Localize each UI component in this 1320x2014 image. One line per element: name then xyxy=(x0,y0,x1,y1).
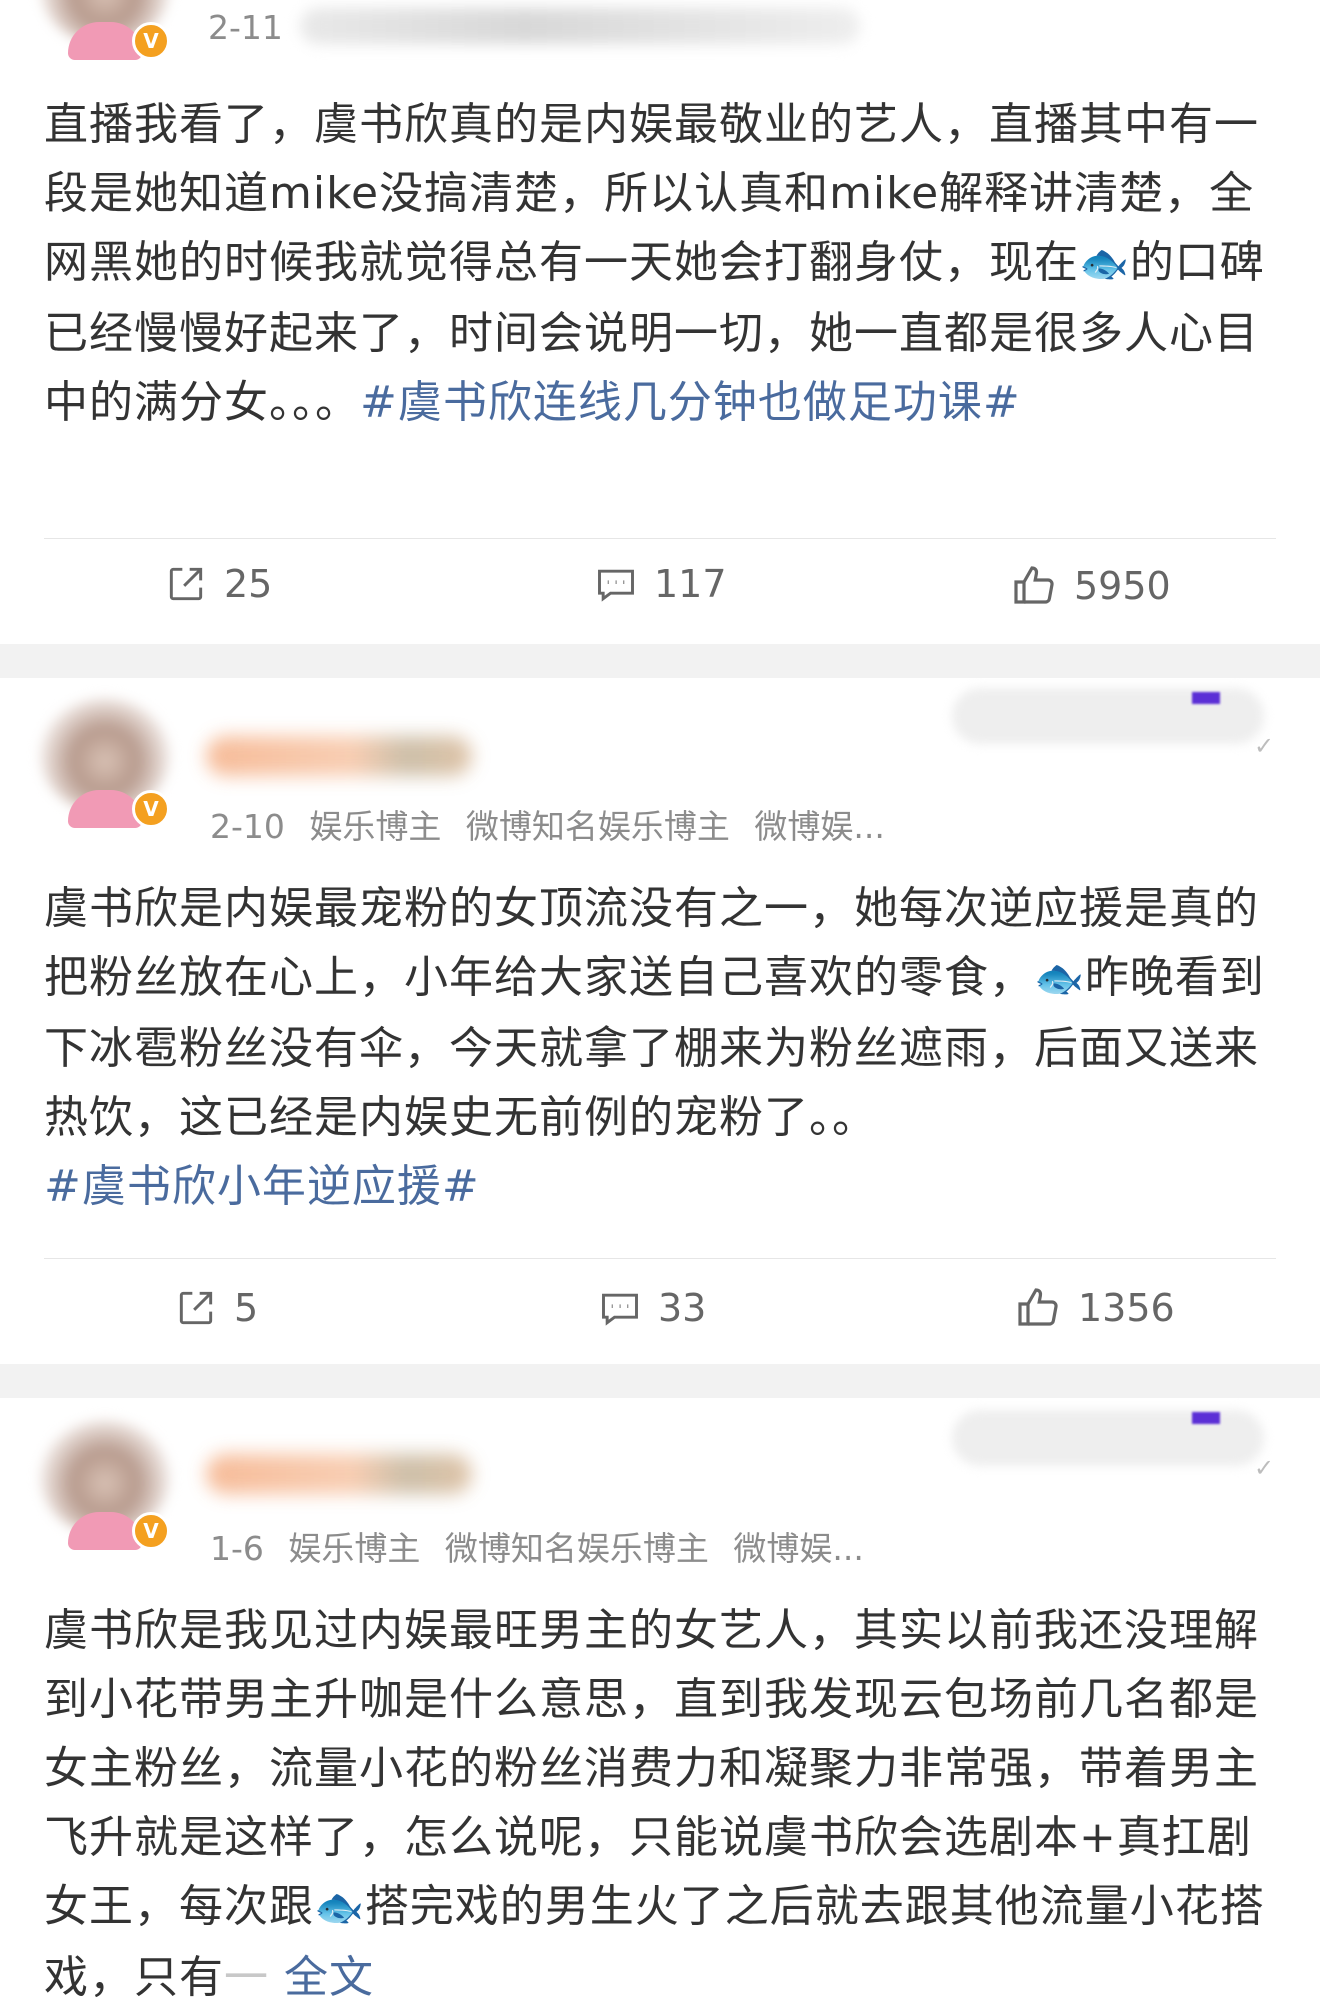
repost-icon xyxy=(179,1291,213,1325)
user-tag: 微博娱... xyxy=(754,807,885,846)
post-separator xyxy=(0,644,1320,678)
post-meta: 1-6 娱乐博主 微博知名娱乐博主 微博娱... xyxy=(210,1522,878,1570)
divider xyxy=(44,538,1276,539)
verified-v-badge-icon: V xyxy=(132,790,170,828)
comment-count: 117 xyxy=(654,562,727,606)
user-avatar[interactable]: V xyxy=(40,1420,170,1550)
post-meta: 2-11 xyxy=(208,8,297,47)
post-body[interactable]: 虞书欣是内娱最宠粉的女顶流没有之一，她每次逆应援是真的把粉丝放在心上，小年给大家… xyxy=(44,874,1280,1221)
fish-emoji-icon: 🐟 xyxy=(314,1885,365,1931)
like-button[interactable]: 1356 xyxy=(1014,1284,1175,1332)
comment-icon xyxy=(602,1293,638,1326)
weibo-post-2: V ✓ 2-10 娱乐博主 微博知名娱乐博主 微博娱... 虞书欣是内娱最宠粉的… xyxy=(0,678,1320,1364)
like-count: 1356 xyxy=(1078,1286,1175,1330)
verified-v-badge-icon: V xyxy=(132,1512,170,1550)
post-date: 1-6 xyxy=(210,1529,264,1568)
user-avatar[interactable]: V xyxy=(40,0,170,60)
blurred-username[interactable] xyxy=(206,736,472,776)
user-tag: 微博知名娱乐博主 xyxy=(444,1529,709,1568)
post-date: 2-11 xyxy=(208,8,283,47)
user-tag: 微博知名娱乐博主 xyxy=(465,807,730,846)
topic-link[interactable]: #虞书欣小年逆应援# xyxy=(44,1161,480,1212)
truncation-fade: 一 xyxy=(224,1952,269,2003)
fish-emoji-icon: 🐟 xyxy=(1079,241,1130,287)
post-separator xyxy=(0,1364,1320,1398)
user-tag: 娱乐博主 xyxy=(288,1529,421,1568)
repost-count: 5 xyxy=(234,1286,259,1330)
blurred-username[interactable] xyxy=(206,1454,472,1494)
chevron-check-icon[interactable]: ✓ xyxy=(1254,1454,1274,1482)
post-date: 2-10 xyxy=(210,807,285,846)
comment-button[interactable]: 117 xyxy=(594,562,727,606)
user-tag: 微博娱... xyxy=(733,1529,864,1568)
post-body[interactable]: 直播我看了，虞书欣真的是内娱最敬业的艺人，直播其中有一段是她知道mike没搞清楚… xyxy=(44,90,1280,437)
blurred-badge-mark xyxy=(1192,1412,1220,1424)
post-meta: 2-10 娱乐博主 微博知名娱乐博主 微博娱... xyxy=(210,800,899,848)
comment-icon xyxy=(598,569,634,602)
user-avatar[interactable]: V xyxy=(40,698,170,828)
post-body[interactable]: 虞书欣是我见过内娱最旺男主的女艺人，其实以前我还没理解到小花带男主升咖是什么意思… xyxy=(44,1596,1280,2012)
verified-v-badge-icon: V xyxy=(132,22,170,60)
comment-count: 33 xyxy=(658,1286,707,1330)
fish-emoji-icon: 🐟 xyxy=(1034,956,1085,1002)
like-button[interactable]: 5950 xyxy=(1010,562,1171,610)
repost-button[interactable]: 25 xyxy=(164,562,272,606)
divider xyxy=(44,1258,1276,1259)
repost-icon xyxy=(169,567,203,601)
like-count: 5950 xyxy=(1074,564,1171,608)
repost-count: 25 xyxy=(224,562,273,606)
thumbs-up-icon xyxy=(1014,566,1054,604)
repost-button[interactable]: 5 xyxy=(174,1286,258,1330)
expand-full-text-link[interactable]: 全文 xyxy=(284,1952,374,2003)
post-text: 直播我看了，虞书欣真的是内娱最敬业的艺人，直播其中有一段是她知道mike没搞清楚… xyxy=(44,99,1259,288)
blurred-badge-mark xyxy=(1192,692,1220,704)
thumbs-up-icon xyxy=(1018,1288,1058,1326)
weibo-post-1: V 2-11 直播我看了，虞书欣真的是内娱最敬业的艺人，直播其中有一段是她知道m… xyxy=(0,0,1320,644)
comment-button[interactable]: 33 xyxy=(598,1286,706,1330)
topic-link[interactable]: #虞书欣连线几分钟也做足功课# xyxy=(360,377,1021,428)
weibo-post-3: V ✓ 1-6 娱乐博主 微博知名娱乐博主 微博娱... 虞书欣是我见过内娱最旺… xyxy=(0,1398,1320,2014)
chevron-check-icon[interactable]: ✓ xyxy=(1254,732,1274,760)
user-tag: 娱乐博主 xyxy=(309,807,442,846)
blurred-meta-text xyxy=(300,8,860,44)
